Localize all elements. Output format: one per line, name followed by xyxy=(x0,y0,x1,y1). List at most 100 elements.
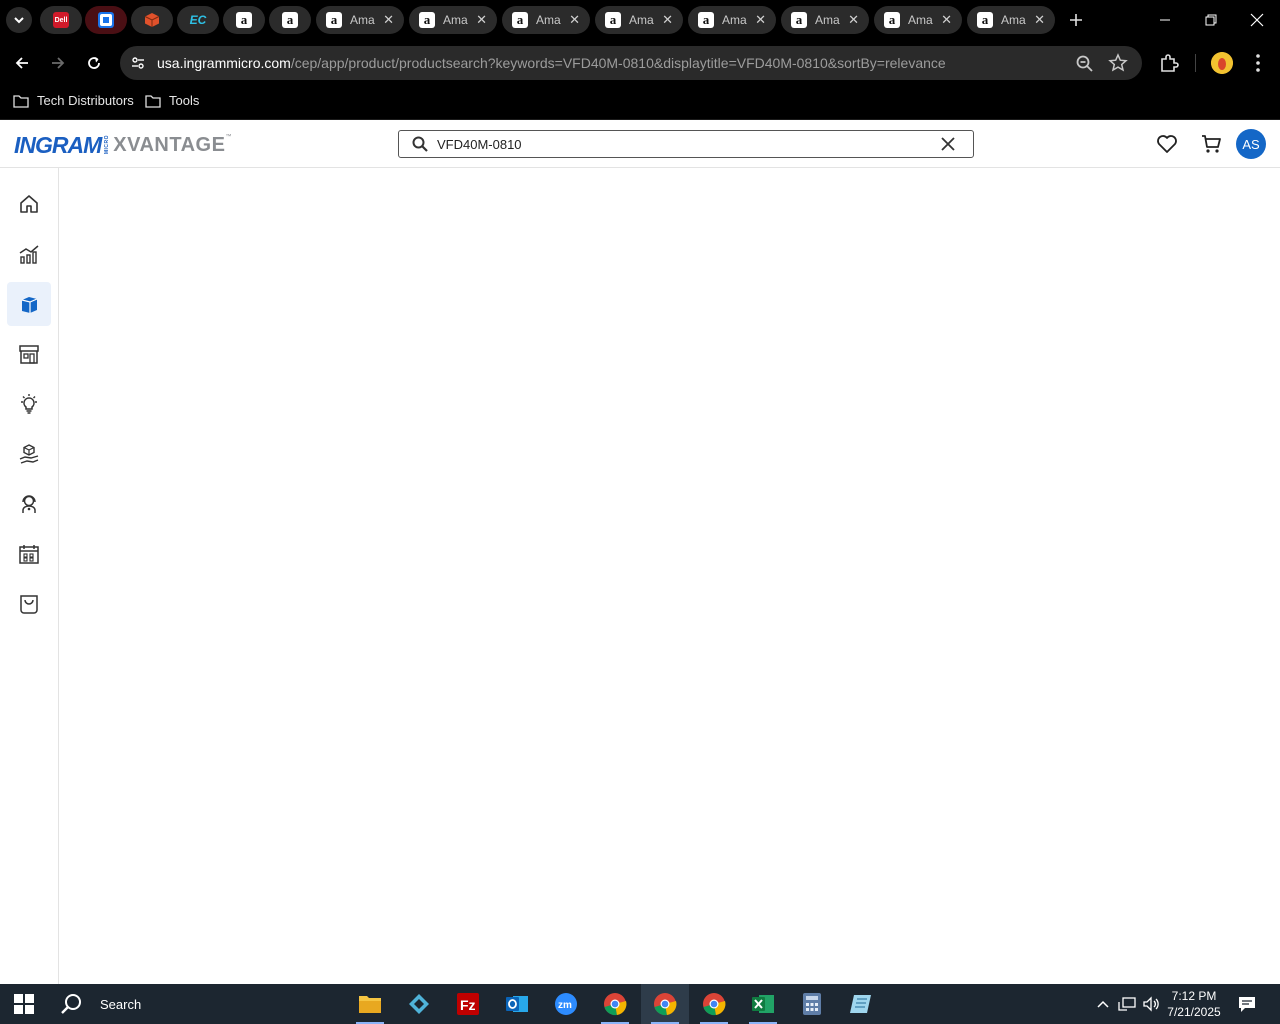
extensions-puzzle-icon[interactable] xyxy=(1158,52,1180,74)
hand-cube-icon xyxy=(19,444,39,464)
tab-title: Ama xyxy=(443,13,468,27)
site-settings-icon[interactable] xyxy=(128,53,148,73)
tab-pinned-amazon[interactable]: a xyxy=(269,6,311,34)
tray-notifications[interactable] xyxy=(1237,994,1257,1014)
tab-pinned-sheets[interactable] xyxy=(85,6,127,34)
logo-trademark: ™ xyxy=(225,134,232,140)
close-icon[interactable]: ✕ xyxy=(848,12,859,28)
ingram-xvantage-logo[interactable]: INGRAM MICRO XVANTAGE ™ xyxy=(14,132,231,158)
taskbar-file-explorer[interactable] xyxy=(346,984,394,1024)
amazon-icon: a xyxy=(884,12,900,28)
taskbar-chrome-active[interactable] xyxy=(641,984,689,1024)
cart-icon[interactable] xyxy=(1199,132,1223,156)
tab-amazon[interactable]: a Ama ✕ xyxy=(502,6,590,34)
taskbar-search[interactable]: Search xyxy=(60,992,141,1016)
outlook-icon xyxy=(506,996,528,1012)
bookmark-label: Tech Distributors xyxy=(37,93,134,108)
tab-amazon[interactable]: a Ama ✕ xyxy=(967,6,1055,34)
tray-network[interactable] xyxy=(1117,994,1137,1014)
search-input[interactable] xyxy=(437,135,917,153)
sidebar-item-support[interactable] xyxy=(7,482,51,526)
taskbar-app-notebook[interactable] xyxy=(837,984,885,1024)
tray-overflow-chevron[interactable] xyxy=(1093,994,1113,1014)
address-bar[interactable]: usa.ingrammicro.com/cep/app/product/prod… xyxy=(120,46,1142,80)
reload-button[interactable] xyxy=(81,50,107,76)
tab-pinned-package[interactable] xyxy=(131,6,173,34)
tab-amazon[interactable]: a Ama ✕ xyxy=(874,6,962,34)
tab-amazon[interactable]: a Ama ✕ xyxy=(595,6,683,34)
profile-image-icon xyxy=(1211,52,1233,74)
close-icon[interactable]: ✕ xyxy=(383,12,394,28)
sidebar-item-analytics[interactable] xyxy=(7,232,51,276)
sidebar-item-services[interactable] xyxy=(7,432,51,476)
taskbar-chrome-profile[interactable] xyxy=(690,984,738,1024)
toolbar-divider xyxy=(1195,54,1196,72)
sidebar-item-home[interactable] xyxy=(7,182,51,226)
svg-text:zm: zm xyxy=(558,1000,572,1011)
more-menu-icon[interactable] xyxy=(1248,52,1268,74)
box-icon xyxy=(21,297,38,313)
sidebar-item-calendar[interactable] xyxy=(7,532,51,576)
browser-toolbar: usa.ingrammicro.com/cep/app/product/prod… xyxy=(0,40,1280,86)
close-icon[interactable]: ✕ xyxy=(1034,12,1045,28)
close-icon[interactable]: ✕ xyxy=(569,12,580,28)
calendar-icon xyxy=(19,545,39,564)
notebook-icon xyxy=(850,995,871,1013)
close-icon xyxy=(1250,13,1264,27)
zoom-icon[interactable] xyxy=(1075,54,1095,74)
close-icon[interactable]: ✕ xyxy=(476,12,487,28)
zoom-app-icon: zm xyxy=(555,993,577,1015)
tab-pinned-amazon[interactable]: a xyxy=(223,6,265,34)
new-tab-button[interactable] xyxy=(1064,8,1088,32)
chart-icon xyxy=(19,245,39,264)
tab-pinned-dell[interactable]: Dell xyxy=(40,6,82,34)
taskbar-zoom[interactable]: zm xyxy=(542,984,590,1024)
sidebar-item-products[interactable] xyxy=(7,282,51,326)
minimize-icon xyxy=(1160,19,1170,21)
profile-avatar[interactable] xyxy=(1211,52,1233,74)
sidebar-item-store[interactable] xyxy=(7,332,51,376)
google-sheets-icon xyxy=(98,12,114,28)
bookmark-folder-tools[interactable]: Tools xyxy=(145,93,199,108)
sidebar-item-orders[interactable] xyxy=(7,582,51,626)
svg-text:Fz: Fz xyxy=(460,997,476,1013)
back-button[interactable] xyxy=(9,50,35,76)
tray-volume[interactable] xyxy=(1141,994,1161,1014)
clear-search-icon[interactable] xyxy=(939,135,957,153)
taskbar-chrome[interactable] xyxy=(591,984,639,1024)
diamond-app-icon xyxy=(409,994,429,1014)
taskbar-calculator[interactable] xyxy=(788,984,836,1024)
url-text: usa.ingrammicro.com/cep/app/product/prod… xyxy=(157,55,946,71)
forward-button[interactable] xyxy=(45,50,71,76)
tab-amazon[interactable]: a Ama ✕ xyxy=(688,6,776,34)
windows-start-icon[interactable] xyxy=(14,994,34,1014)
storefront-icon xyxy=(19,345,39,364)
taskbar-filezilla[interactable]: Fz xyxy=(444,984,492,1024)
restore-button[interactable] xyxy=(1188,0,1234,40)
tab-amazon[interactable]: a Ama ✕ xyxy=(316,6,404,34)
clock-time: 7:12 PM xyxy=(1171,989,1217,1003)
favorites-heart-icon[interactable] xyxy=(1155,132,1179,156)
tab-search-button[interactable] xyxy=(6,7,32,33)
tab-amazon[interactable]: a Ama ✕ xyxy=(409,6,497,34)
sidebar-item-ideas[interactable] xyxy=(7,382,51,426)
close-icon[interactable]: ✕ xyxy=(941,12,952,28)
minimize-button[interactable] xyxy=(1142,0,1188,40)
user-avatar[interactable]: AS xyxy=(1236,129,1266,159)
taskbar-clock[interactable]: 7:12 PM 7/21/2025 xyxy=(1162,988,1226,1020)
close-icon[interactable]: ✕ xyxy=(755,12,766,28)
amazon-icon: a xyxy=(326,12,342,28)
bookmark-folder-tech-distributors[interactable]: Tech Distributors xyxy=(13,93,134,108)
bookmark-star-icon[interactable] xyxy=(1108,53,1128,73)
folder-icon xyxy=(145,94,161,108)
close-icon[interactable]: ✕ xyxy=(662,12,673,28)
taskbar-outlook[interactable] xyxy=(493,984,541,1024)
tab-amazon[interactable]: a Ama ✕ xyxy=(781,6,869,34)
amazon-icon: a xyxy=(977,12,993,28)
taskbar-app-diamond[interactable] xyxy=(395,984,443,1024)
taskbar-excel[interactable] xyxy=(739,984,787,1024)
search-icon[interactable] xyxy=(411,135,429,153)
close-window-button[interactable] xyxy=(1234,0,1280,40)
left-sidebar xyxy=(0,168,59,984)
tab-pinned-ec[interactable]: EC xyxy=(177,6,219,34)
